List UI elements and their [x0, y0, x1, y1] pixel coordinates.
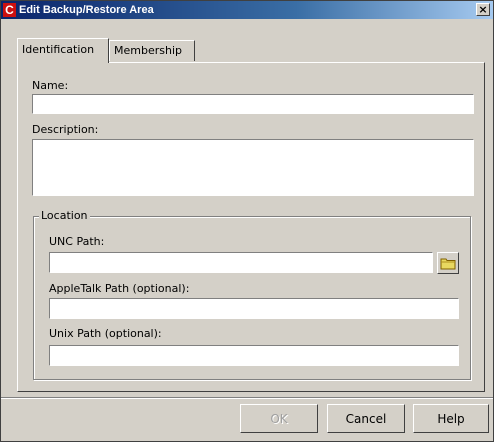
unix-path-label: Unix Path (optional):: [49, 327, 162, 340]
tab-membership[interactable]: Membership: [109, 40, 195, 61]
tab-identification-label: Identification: [22, 43, 95, 56]
help-button-label: Help: [437, 411, 465, 426]
unc-path-label: UNC Path:: [49, 235, 105, 248]
appletalk-path-input[interactable]: [49, 298, 459, 319]
tab-identification[interactable]: Identification: [17, 38, 109, 63]
location-group-label: Location: [39, 209, 90, 222]
button-separator: [1, 397, 493, 399]
appletalk-path-label: AppleTalk Path (optional):: [49, 282, 190, 295]
name-label: Name:: [32, 79, 69, 92]
ok-button-label: OK: [270, 411, 288, 426]
unix-path-input[interactable]: [49, 345, 459, 366]
window-title: Edit Backup/Restore Area: [19, 4, 154, 16]
name-input[interactable]: [32, 94, 474, 114]
tab-membership-label: Membership: [114, 44, 182, 57]
identification-panel: Name: Description: Location UNC Path: Ap…: [17, 62, 485, 392]
cancel-button-label: Cancel: [345, 411, 387, 426]
unc-path-input[interactable]: [49, 252, 433, 273]
cancel-button[interactable]: Cancel: [327, 404, 405, 433]
folder-icon: [440, 258, 456, 270]
dialog-window: C Edit Backup/Restore Area × Identificat…: [0, 0, 494, 442]
browse-button[interactable]: [437, 252, 459, 274]
close-button[interactable]: ×: [476, 3, 490, 16]
description-label: Description:: [32, 123, 99, 136]
title-bar[interactable]: C Edit Backup/Restore Area ×: [1, 1, 493, 19]
help-button[interactable]: Help: [413, 404, 489, 433]
description-input[interactable]: [32, 139, 474, 196]
app-icon: C: [3, 3, 16, 17]
ok-button[interactable]: OK: [240, 404, 318, 433]
